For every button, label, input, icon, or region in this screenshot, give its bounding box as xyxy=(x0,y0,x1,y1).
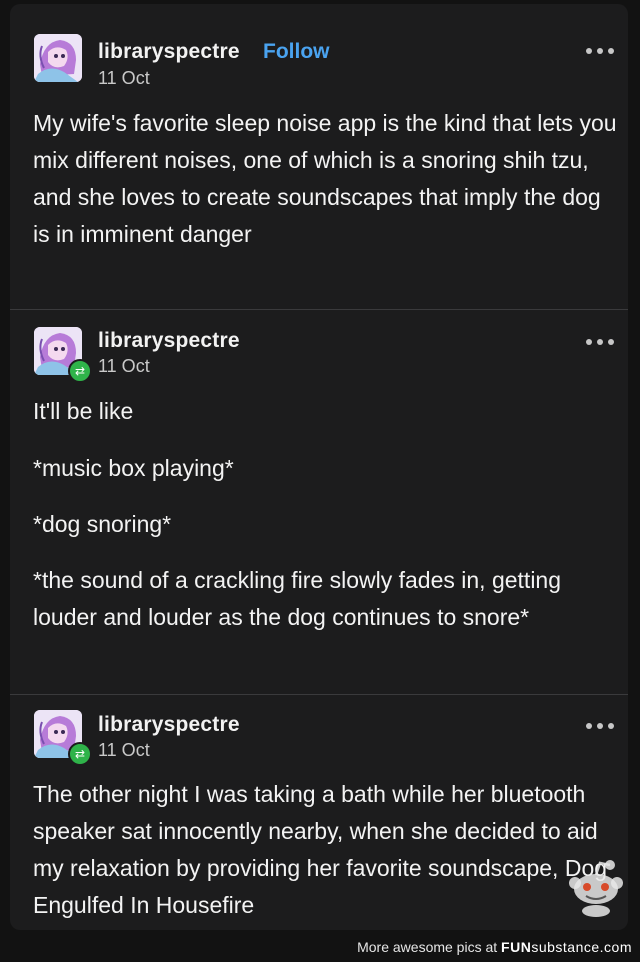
footer-credit[interactable]: More awesome pics at FUNsubstance.com xyxy=(357,939,632,955)
follow-button[interactable]: Follow xyxy=(263,40,330,64)
post-thread-card: libraryspectre Follow 11 Oct My wife's f… xyxy=(10,4,628,930)
footer-prefix: More awesome pics at xyxy=(357,939,502,955)
footer-brand-fun: FUN xyxy=(501,939,532,955)
post-date: 11 Oct xyxy=(98,68,150,88)
post-date: 11 Oct xyxy=(98,740,150,760)
username[interactable]: libraryspectre xyxy=(98,329,240,353)
footer-brand-rest: substance.com xyxy=(531,939,632,955)
reddit-snoo-icon xyxy=(569,860,623,917)
post-paragraph: *music box playing* xyxy=(33,455,234,481)
more-options-icon[interactable] xyxy=(584,719,616,733)
reblog-icon: ⇄ xyxy=(68,742,92,766)
post-reblog: ⇄ libraryspectre 11 Oct The other night … xyxy=(10,695,628,930)
watermark-footer: More awesome pics at FUNsubstance.com xyxy=(0,931,640,962)
post-paragraph: *dog snoring* xyxy=(33,511,172,537)
username[interactable]: libraryspectre xyxy=(98,713,240,737)
post-date: 11 Oct xyxy=(98,356,150,376)
more-options-icon[interactable] xyxy=(584,44,616,58)
more-options-icon[interactable] xyxy=(584,335,616,349)
reblog-icon: ⇄ xyxy=(68,359,92,383)
post-paragraph: *the sound of a crackling fire slowly fa… xyxy=(33,567,562,630)
post-paragraph: The other night I was taking a bath whil… xyxy=(33,781,608,918)
avatar[interactable] xyxy=(34,34,82,82)
username[interactable]: libraryspectre xyxy=(98,40,240,64)
post-original: libraryspectre Follow 11 Oct My wife's f… xyxy=(10,4,628,308)
post-reblog: ⇄ libraryspectre 11 Oct It'll be like *m… xyxy=(10,309,628,694)
post-paragraph: It'll be like xyxy=(33,398,134,424)
post-paragraph: My wife's favorite sleep noise app is th… xyxy=(33,110,617,247)
